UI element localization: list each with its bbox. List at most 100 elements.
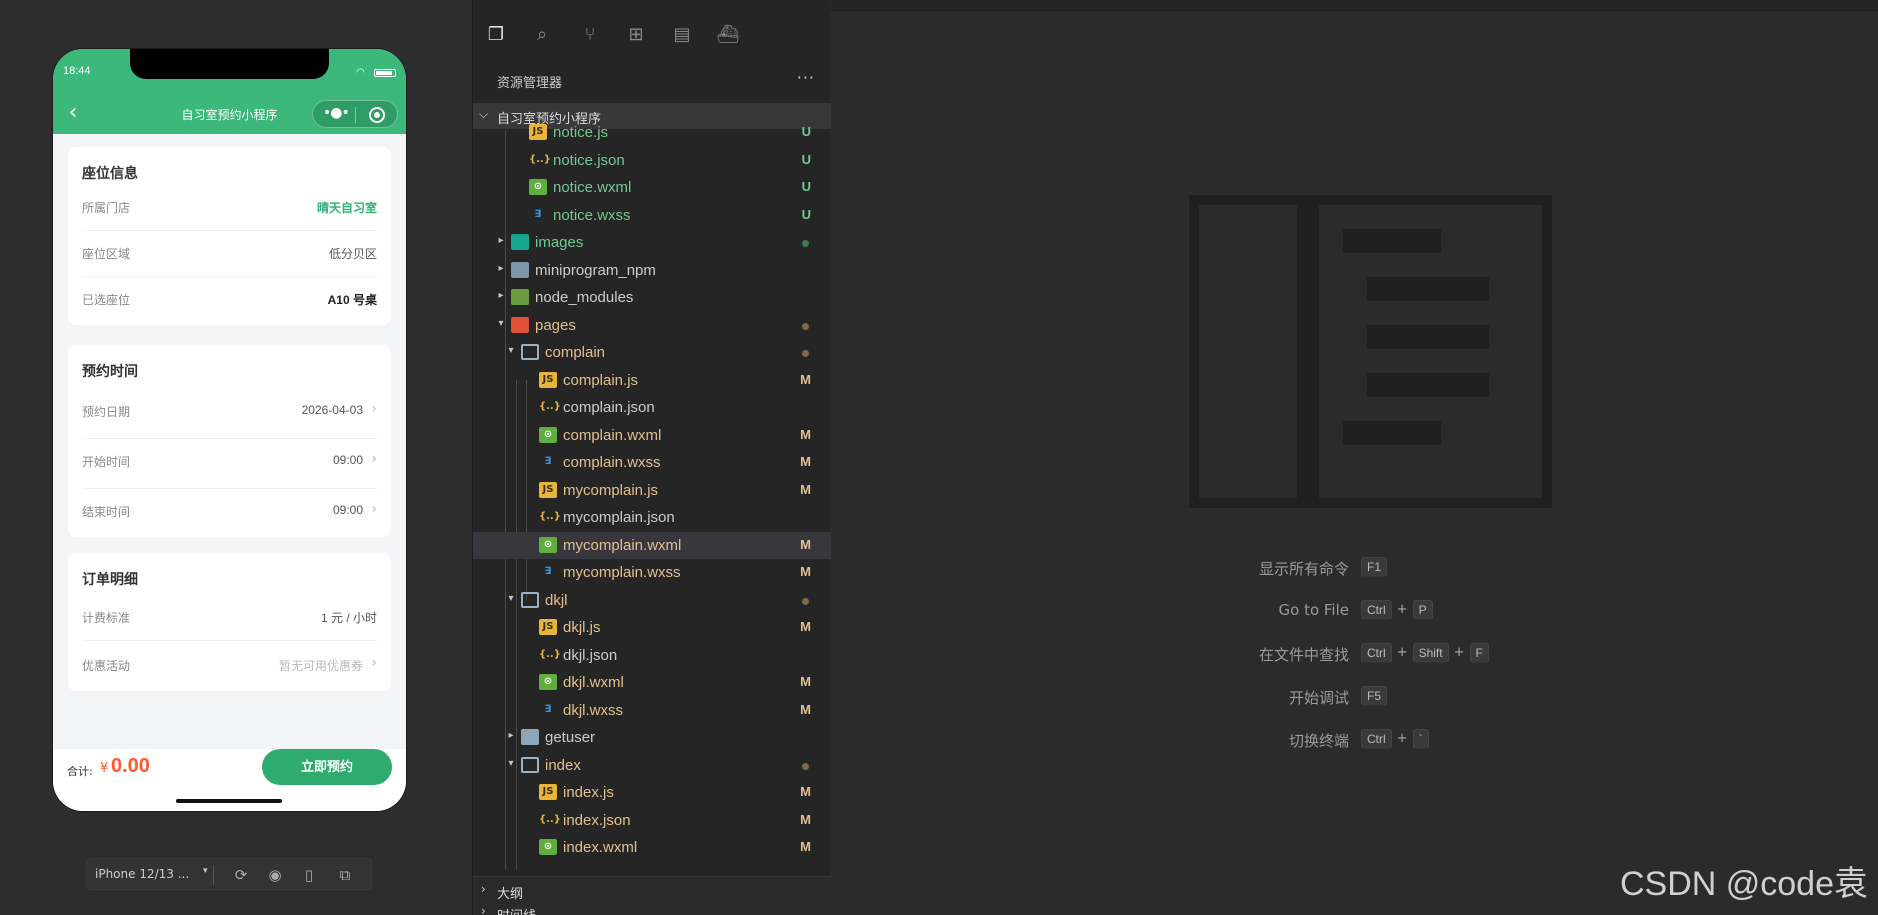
tree-item[interactable]: ⊙ notice.wxml U [473, 174, 831, 201]
book-now-button[interactable]: 立即预约 [262, 749, 392, 785]
device-select[interactable]: iPhone 12/13 ... [95, 867, 189, 881]
tree-item[interactable]: ▾ index [473, 752, 831, 779]
refresh-icon[interactable]: ⟳ [231, 865, 251, 885]
caret-right-icon[interactable]: ▸ [505, 730, 517, 741]
timeline-section[interactable]: › 时间线 [473, 902, 831, 915]
shortcut-row: 切换终端 [831, 728, 1349, 750]
tree-item[interactable]: ∃ dkjl.wxss M [473, 697, 831, 724]
caret-right-icon[interactable]: ▸ [495, 290, 507, 301]
tree-item[interactable]: ▸ images [473, 229, 831, 256]
git-status-badge: M [800, 784, 811, 799]
tree-item[interactable]: ▸ node_modules [473, 284, 831, 311]
close-miniprogram-icon[interactable] [369, 107, 385, 123]
tree-item[interactable]: ▾ dkjl [473, 587, 831, 614]
tree-item[interactable]: ⊙ complain.wxml M [473, 422, 831, 449]
stop-icon[interactable]: ◉ [265, 865, 285, 885]
wxss-file-icon: ∃ [544, 566, 552, 577]
git-status-badge: M [800, 839, 811, 854]
windows-icon[interactable]: ⧉ [335, 865, 355, 885]
docker-icon[interactable]: ⛴ [715, 22, 741, 48]
caret-down-icon[interactable]: ▾ [505, 593, 517, 604]
explorer-header: 资源管理器 ··· [473, 68, 831, 94]
shortcut-label[interactable]: 切换终端 [1289, 730, 1349, 751]
caret-down-icon[interactable]: ▾ [505, 345, 517, 356]
start-time-row[interactable]: 开始时间 09:00 › [82, 439, 377, 489]
capsule-menu[interactable]: •●• [312, 100, 398, 128]
tree-item[interactable]: {..} mycomplain.json [473, 504, 831, 531]
tree-item[interactable]: ∃ mycomplain.wxss M [473, 559, 831, 586]
folder-open-icon [521, 591, 539, 608]
git-status-badge: M [800, 426, 811, 442]
tree-item-label: notice.json [553, 151, 625, 169]
date-row[interactable]: 预约日期 2026-04-03 › [82, 389, 377, 439]
caret-down-icon[interactable]: ▾ [203, 866, 208, 876]
source-control-icon[interactable]: ⑂ [577, 22, 603, 48]
tree-item[interactable]: ▸ getuser [473, 724, 831, 751]
git-status-dot [802, 350, 809, 357]
shortcut-label[interactable]: Go to File [1279, 601, 1350, 619]
caret-right-icon[interactable]: ▸ [495, 263, 507, 274]
tree-item-label: mycomplain.js [563, 481, 659, 499]
tree-item[interactable]: JS complain.js M [473, 367, 831, 394]
storage-icon[interactable]: ▤ [669, 22, 695, 48]
shortcut-label[interactable]: 开始调试 [1289, 687, 1349, 708]
card-title: 座位信息 [82, 165, 138, 181]
tree-item[interactable]: {..} complain.json [473, 394, 831, 421]
tree-item[interactable]: ⊙ index.wxml M [473, 834, 831, 861]
tree-item[interactable]: JS mycomplain.js M [473, 477, 831, 504]
tree-item[interactable]: {..} dkjl.json [473, 642, 831, 669]
tree-item[interactable]: ⊙ mycomplain.wxml M [473, 531, 831, 559]
tree-item[interactable]: {..} notice.json U [473, 147, 831, 174]
shortcut-keys: F1 [1361, 556, 1388, 578]
tree-item-label: complain.json [563, 399, 655, 416]
tree-item[interactable]: JS index.js M [473, 779, 831, 806]
timeline-label: 时间线 [497, 905, 536, 915]
tree-item-label: notice.js [553, 124, 609, 141]
row-label: 已选座位 [82, 293, 131, 307]
files-icon[interactable]: ❐ [483, 22, 509, 48]
caret-down-icon[interactable]: ▾ [505, 758, 517, 769]
tree-item[interactable]: JS dkjl.js M [473, 614, 831, 641]
phone-icon[interactable]: ▯ [299, 865, 319, 885]
json-file-icon: {..} [539, 401, 561, 412]
tree-item[interactable]: {..} index.json M [473, 807, 831, 834]
seat-row: 已选座位 A10 号桌 [82, 277, 377, 323]
keycap: Ctrl [1361, 728, 1392, 749]
shortcut-keys: Ctrl + Shift + F [1361, 642, 1489, 664]
caret-down-icon[interactable]: ▾ [495, 318, 507, 329]
npm-folder-icon [511, 261, 529, 278]
shortcut-label[interactable]: 显示所有命令 [1259, 558, 1349, 579]
git-status-badge: M [800, 536, 811, 552]
shortcut-label[interactable]: 在文件中查找 [1259, 644, 1349, 665]
end-time-row[interactable]: 结束时间 09:00 › [82, 489, 377, 537]
wifi-icon: ◠ [356, 67, 365, 78]
coupon-row[interactable]: 优惠活动 暂无可用优惠券 › [82, 643, 377, 689]
outline-label: 大纲 [497, 887, 524, 902]
more-icon[interactable]: ··· [797, 68, 815, 87]
js-file-icon: JS [539, 371, 557, 388]
git-status-dot [802, 240, 809, 247]
chevron-right-icon: › [371, 501, 377, 517]
chevron-right-icon: › [481, 882, 486, 896]
tree-item-label: notice.wxss [553, 206, 631, 224]
git-status-badge: M [800, 371, 811, 387]
tree-item[interactable]: ▾ pages [473, 312, 831, 339]
tree-item[interactable]: ∃ notice.wxss U [473, 202, 831, 229]
tree-item[interactable]: ∃ complain.wxss M [473, 449, 831, 476]
outline-section[interactable]: › 大纲 [473, 876, 831, 902]
extensions-icon[interactable]: ⊞ [623, 22, 649, 48]
keycap: Shift [1412, 642, 1449, 663]
caret-right-icon[interactable]: ▸ [495, 235, 507, 246]
search-icon[interactable]: ⌕ [529, 22, 555, 48]
tree-item[interactable]: ⊙ dkjl.wxml M [473, 669, 831, 696]
tree-item[interactable]: JS notice.js U [473, 119, 831, 146]
js-file-icon: JS [539, 784, 557, 800]
phone-notch [130, 49, 329, 79]
checkout-bar: 合计: ¥ 0.00 立即预约 [53, 749, 406, 811]
json-file-icon: {..} [539, 648, 561, 660]
more-dots-icon[interactable]: •●• [323, 105, 350, 121]
tree-item[interactable]: ▸ miniprogram_npm [473, 257, 831, 284]
tree-item[interactable]: ▾ complain [473, 339, 831, 366]
explorer-panel: ❐ ⌕ ⑂ ⊞ ▤ ⛴ 资源管理器 ··· ⌵ 自习室预约小程序 JS notic… [472, 0, 831, 915]
chevron-right-icon: › [371, 401, 377, 417]
